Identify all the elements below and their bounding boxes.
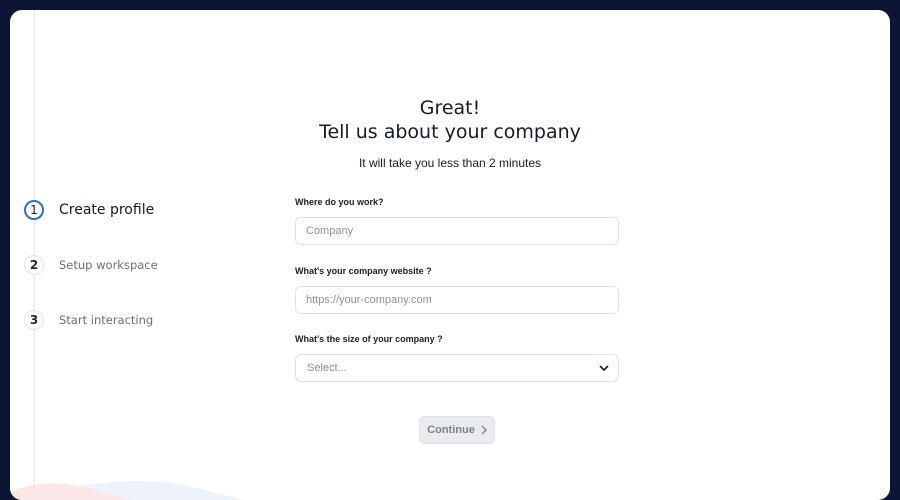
company-label: Where do you work? bbox=[295, 197, 384, 207]
page-subtitle: It will take you less than 2 minutes bbox=[358, 156, 542, 170]
company-size-select[interactable]: Select... bbox=[295, 354, 619, 382]
onboarding-card: 1 Create profile 2 Setup workspace 3 Sta… bbox=[10, 10, 890, 500]
company-size-value: Select... bbox=[307, 362, 347, 374]
title-line-2: Tell us about your company bbox=[319, 121, 581, 143]
continue-button[interactable]: Continue bbox=[419, 416, 495, 444]
website-input[interactable] bbox=[296, 287, 618, 313]
company-input[interactable] bbox=[296, 218, 618, 244]
company-field-wrapper bbox=[295, 217, 619, 245]
chevron-right-icon bbox=[481, 425, 487, 435]
step-label: Setup workspace bbox=[59, 258, 158, 272]
step-setup-workspace: 2 Setup workspace bbox=[24, 255, 158, 275]
step-label: Create profile bbox=[59, 202, 155, 218]
title-line-1: Great! bbox=[419, 97, 481, 119]
step-number: 2 bbox=[24, 255, 44, 275]
page-title: Great! Tell us about your company bbox=[10, 96, 890, 144]
website-label: What's your company website ? bbox=[295, 266, 432, 276]
continue-label: Continue bbox=[427, 424, 475, 436]
step-label: Start interacting bbox=[59, 313, 154, 327]
chevron-down-icon bbox=[599, 365, 609, 372]
step-start-interacting: 3 Start interacting bbox=[24, 310, 153, 330]
company-size-label: What's the size of your company ? bbox=[295, 334, 443, 344]
step-number: 1 bbox=[24, 200, 44, 220]
decorative-wave bbox=[10, 481, 245, 500]
step-create-profile: 1 Create profile bbox=[24, 200, 154, 220]
website-field-wrapper bbox=[295, 286, 619, 314]
step-number: 3 bbox=[24, 310, 44, 330]
